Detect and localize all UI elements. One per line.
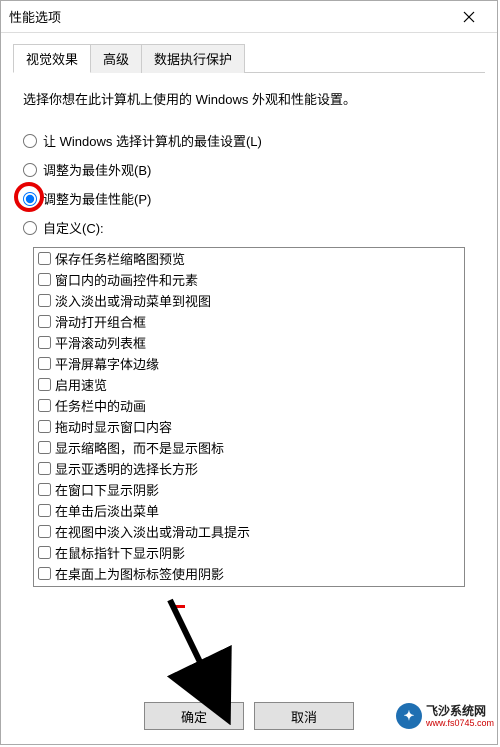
check-label: 显示亚透明的选择长方形 [55, 459, 198, 478]
checkbox[interactable] [38, 294, 51, 307]
radio-best-performance[interactable]: 调整为最佳性能(P) [23, 189, 475, 208]
check-row[interactable]: 在窗口下显示阴影 [34, 479, 464, 500]
check-row[interactable]: 拖动时显示窗口内容 [34, 416, 464, 437]
tabpanel-visual-effects: 选择你想在此计算机上使用的 Windows 外观和性能设置。 让 Windows… [13, 73, 485, 597]
radio-label: 调整为最佳性能(P) [43, 189, 151, 208]
radio-label: 自定义(C): [43, 218, 104, 237]
check-label: 在桌面上为图标标签使用阴影 [55, 564, 224, 583]
check-label: 保存任务栏缩略图预览 [55, 249, 185, 268]
checkbox[interactable] [38, 315, 51, 328]
ok-button[interactable]: 确定 [144, 702, 244, 730]
radio-best-appearance[interactable]: 调整为最佳外观(B) [23, 160, 475, 179]
checkbox[interactable] [38, 378, 51, 391]
radio-custom[interactable]: 自定义(C): [23, 218, 475, 237]
check-label: 启用速览 [55, 375, 107, 394]
visual-effects-checklist[interactable]: 保存任务栏缩略图预览 窗口内的动画控件和元素 淡入淡出或滑动菜单到视图 滑动打开… [33, 247, 465, 587]
check-label: 在视图中淡入淡出或滑动工具提示 [55, 522, 250, 541]
check-label: 平滑滚动列表框 [55, 333, 146, 352]
window-title: 性能选项 [9, 7, 449, 26]
checkbox[interactable] [38, 399, 51, 412]
cancel-button[interactable]: 取消 [254, 702, 354, 730]
tab-dep[interactable]: 数据执行保护 [141, 44, 245, 73]
radio-input-let-windows[interactable] [23, 134, 37, 148]
radio-label: 让 Windows 选择计算机的最佳设置(L) [43, 131, 262, 150]
check-row[interactable]: 在视图中淡入淡出或滑动工具提示 [34, 521, 464, 542]
checkbox[interactable] [38, 504, 51, 517]
check-label: 在最大化和最小化时显示窗口动画 [55, 585, 250, 587]
checkbox[interactable] [38, 441, 51, 454]
close-icon [463, 11, 475, 23]
performance-options-window: 性能选项 视觉效果 高级 数据执行保护 选择你想在此计算机上使用的 Window… [0, 0, 498, 745]
check-row[interactable]: 在单击后淡出菜单 [34, 500, 464, 521]
close-button[interactable] [449, 2, 489, 32]
check-row[interactable]: 启用速览 [34, 374, 464, 395]
check-row[interactable]: 显示亚透明的选择长方形 [34, 458, 464, 479]
radio-group: 让 Windows 选择计算机的最佳设置(L) 调整为最佳外观(B) 调整为最佳… [23, 131, 475, 237]
radio-input-best-performance[interactable] [23, 192, 37, 206]
check-row[interactable]: 保存任务栏缩略图预览 [34, 248, 464, 269]
checkbox[interactable] [38, 462, 51, 475]
check-label: 窗口内的动画控件和元素 [55, 270, 198, 289]
check-label: 在单击后淡出菜单 [55, 501, 159, 520]
check-row[interactable]: 平滑滚动列表框 [34, 332, 464, 353]
check-row[interactable]: 在鼠标指针下显示阴影 [34, 542, 464, 563]
check-label: 滑动打开组合框 [55, 312, 146, 331]
checkbox[interactable] [38, 357, 51, 370]
check-label: 显示缩略图，而不是显示图标 [55, 438, 224, 457]
check-row[interactable]: 显示缩略图，而不是显示图标 [34, 437, 464, 458]
check-row[interactable]: 窗口内的动画控件和元素 [34, 269, 464, 290]
checkbox[interactable] [38, 525, 51, 538]
instruction-text: 选择你想在此计算机上使用的 Windows 外观和性能设置。 [23, 91, 475, 109]
checkbox[interactable] [38, 420, 51, 433]
check-label: 任务栏中的动画 [55, 396, 146, 415]
checkbox[interactable] [38, 483, 51, 496]
check-label: 拖动时显示窗口内容 [55, 417, 172, 436]
radio-let-windows-choose[interactable]: 让 Windows 选择计算机的最佳设置(L) [23, 131, 475, 150]
check-label: 淡入淡出或滑动菜单到视图 [55, 291, 211, 310]
checkbox[interactable] [38, 567, 51, 580]
checkbox[interactable] [38, 273, 51, 286]
checkbox[interactable] [38, 546, 51, 559]
check-label: 在鼠标指针下显示阴影 [55, 543, 185, 562]
tab-advanced[interactable]: 高级 [90, 44, 142, 73]
content-area: 视觉效果 高级 数据执行保护 选择你想在此计算机上使用的 Windows 外观和… [1, 33, 497, 607]
tab-visual-effects[interactable]: 视觉效果 [13, 44, 91, 73]
check-row[interactable]: 在最大化和最小化时显示窗口动画 [34, 584, 464, 587]
check-row[interactable]: 淡入淡出或滑动菜单到视图 [34, 290, 464, 311]
check-row[interactable]: 平滑屏幕字体边缘 [34, 353, 464, 374]
tabstrip: 视觉效果 高级 数据执行保护 [13, 43, 485, 73]
radio-input-custom[interactable] [23, 221, 37, 235]
titlebar: 性能选项 [1, 1, 497, 33]
checkbox[interactable] [38, 336, 51, 349]
radio-input-best-appearance[interactable] [23, 163, 37, 177]
checkbox[interactable] [38, 252, 51, 265]
button-row: 确定 取消 [1, 702, 497, 730]
check-row[interactable]: 滑动打开组合框 [34, 311, 464, 332]
check-label: 平滑屏幕字体边缘 [55, 354, 159, 373]
check-row[interactable]: 任务栏中的动画 [34, 395, 464, 416]
check-row[interactable]: 在桌面上为图标标签使用阴影 [34, 563, 464, 584]
radio-label: 调整为最佳外观(B) [43, 160, 151, 179]
check-label: 在窗口下显示阴影 [55, 480, 159, 499]
